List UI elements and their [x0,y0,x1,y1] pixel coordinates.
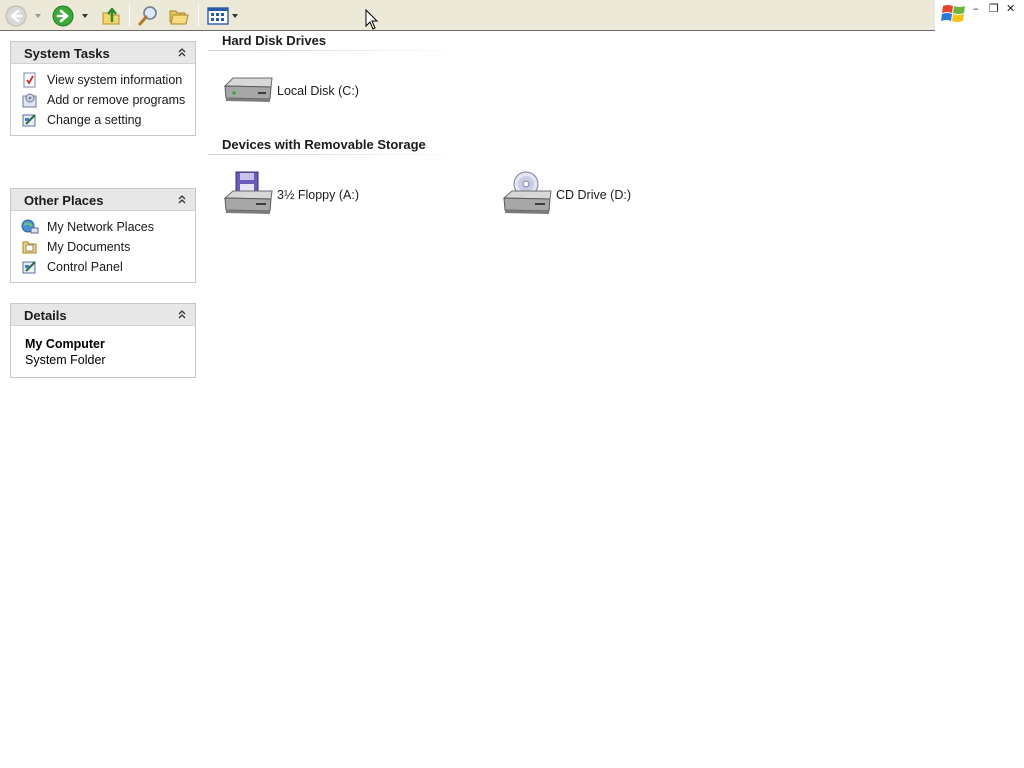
folder-up-icon [102,7,120,24]
cd-drive-icon [502,171,552,214]
other-places-header[interactable]: Other Places [11,189,195,211]
collapse-icon[interactable] [177,47,187,57]
system-tasks-header[interactable]: System Tasks [11,42,195,64]
panel-title: Details [24,308,67,323]
details-type: System Folder [25,353,106,367]
drive-cd-d[interactable]: CD Drive (D:) [501,170,631,220]
drive-label: CD Drive (D:) [556,188,631,202]
place-label: Control Panel [47,260,123,274]
place-control-panel[interactable]: Control Panel [11,257,195,277]
group-divider [208,154,464,155]
drive-local-disk-c[interactable]: Local Disk (C:) [222,66,359,116]
task-label: Change a setting [47,113,142,127]
panel-title: System Tasks [24,46,110,61]
control-panel-icon [22,261,36,274]
collapse-icon[interactable] [177,194,187,204]
add-remove-programs-icon [22,93,37,108]
chevron-down-icon [231,13,238,18]
place-my-documents[interactable]: My Documents [11,237,195,257]
details-name: My Computer [25,337,105,351]
windows-logo-icon [941,5,965,22]
group-header-hard-disk-drives: Hard Disk Drives [222,33,327,48]
place-label: My Network Places [47,220,154,234]
search-icon [138,5,157,25]
up-button[interactable] [98,3,124,28]
close-button[interactable]: ✕ [1006,2,1015,15]
task-label: Add or remove programs [47,93,186,107]
hard-disk-icon [223,77,273,102]
details-panel: Details My Computer System Folder [10,303,196,378]
network-places-icon [21,219,39,234]
panel-title: Other Places [24,193,104,208]
back-dropdown[interactable] [33,3,43,28]
place-my-network-places[interactable]: My Network Places [11,217,195,237]
forward-icon [52,5,74,26]
my-documents-icon [22,241,37,254]
drive-label: 3½ Floppy (A:) [277,188,359,202]
group-divider [208,50,464,51]
toolbar [0,0,935,31]
task-change-a-setting[interactable]: Change a setting [11,110,195,130]
folders-icon [169,10,189,24]
back-button[interactable] [3,3,29,28]
minimize-button[interactable]: – [973,2,979,15]
place-label: My Documents [47,240,131,254]
window-controls: – ❐ ✕ [935,0,1024,31]
system-tasks-panel: System Tasks View system information Add… [10,41,196,136]
drive-floppy-a[interactable]: 3½ Floppy (A:) [222,170,359,220]
views-icon [206,6,229,25]
forward-dropdown[interactable] [80,3,90,28]
details-header[interactable]: Details [11,304,195,326]
search-button[interactable] [135,3,161,28]
collapse-icon[interactable] [177,309,187,319]
back-icon [5,5,27,26]
views-button[interactable] [204,3,240,28]
chevron-down-icon [35,13,41,18]
toolbar-separator [129,4,130,26]
task-view-system-information[interactable]: View system information [11,70,195,90]
forward-button[interactable] [50,3,76,28]
control-panel-icon [22,114,36,127]
restore-button[interactable]: ❐ [989,2,999,15]
drive-label: Local Disk (C:) [277,84,359,98]
mouse-cursor-icon [365,9,379,30]
toolbar-separator [198,4,199,26]
other-places-panel: Other Places My Network Places My Docume… [10,188,196,283]
system-info-icon [23,72,36,88]
floppy-drive-icon [223,171,273,214]
chevron-down-icon [82,13,88,18]
group-header-removable-storage: Devices with Removable Storage [222,137,426,152]
folders-button[interactable] [166,3,192,28]
task-label: View system information [47,73,183,87]
task-add-remove-programs[interactable]: Add or remove programs [11,90,195,110]
